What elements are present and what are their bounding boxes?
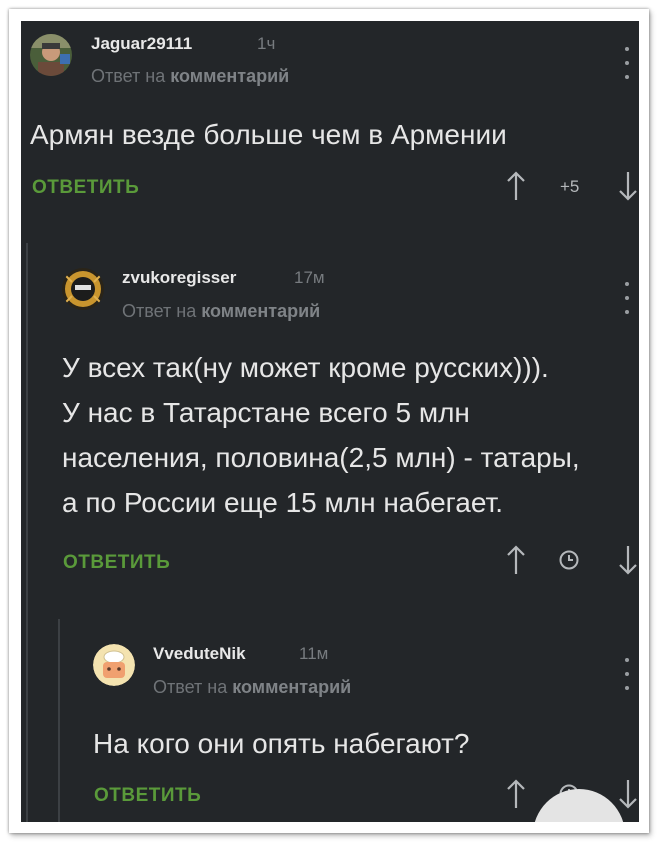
timestamp: 17м xyxy=(294,268,325,287)
more-options-icon[interactable] xyxy=(623,282,631,314)
comments-screen: Jaguar29111 1ч Ответ на комментарий Армя… xyxy=(21,21,639,822)
more-options-icon[interactable] xyxy=(623,47,631,79)
reply-to-line: Ответ на комментарий xyxy=(91,66,290,86)
upvote-icon[interactable] xyxy=(506,544,526,576)
avatar[interactable] xyxy=(93,644,135,686)
clock-icon xyxy=(559,550,579,570)
username[interactable]: Jaguar29111 xyxy=(91,34,192,54)
downvote-icon[interactable] xyxy=(618,778,638,810)
timestamp: 1ч xyxy=(257,34,276,53)
rating-count: +5 xyxy=(560,177,580,196)
reply-button[interactable]: ОТВЕТИТЬ xyxy=(94,785,201,807)
avatar[interactable] xyxy=(30,34,72,76)
downvote-icon[interactable] xyxy=(618,170,638,202)
comment-3: VveduteNik 11м Ответ на комментарий На к… xyxy=(21,632,639,822)
comment-text: У всех так(ну может кроме русских))). У … xyxy=(62,352,580,518)
username[interactable]: VveduteNik xyxy=(153,644,246,664)
comment-text: Армян везде больше чем в Армении xyxy=(30,119,507,150)
reply-target-link[interactable]: комментарий xyxy=(201,301,320,321)
more-options-icon[interactable] xyxy=(623,658,631,690)
comment-1: Jaguar29111 1ч Ответ на комментарий Армя… xyxy=(21,21,639,221)
comment-2: zvukoregisser 17м Ответ на комментарий У… xyxy=(21,256,639,616)
downvote-icon[interactable] xyxy=(618,544,638,576)
comment-text: На кого они опять набегают? xyxy=(93,728,470,759)
upvote-icon[interactable] xyxy=(506,778,526,810)
reply-target-link[interactable]: комментарий xyxy=(232,677,351,697)
username[interactable]: zvukoregisser xyxy=(122,268,236,288)
reply-button[interactable]: ОТВЕТИТЬ xyxy=(63,552,170,574)
timestamp: 11м xyxy=(299,644,329,663)
reply-to-line: Ответ на комментарий xyxy=(122,301,321,321)
upvote-icon[interactable] xyxy=(506,170,526,202)
avatar[interactable] xyxy=(62,268,104,310)
reply-target-link[interactable]: комментарий xyxy=(170,66,289,86)
reply-button[interactable]: ОТВЕТИТЬ xyxy=(32,177,139,199)
reply-to-line: Ответ на комментарий xyxy=(153,677,352,697)
